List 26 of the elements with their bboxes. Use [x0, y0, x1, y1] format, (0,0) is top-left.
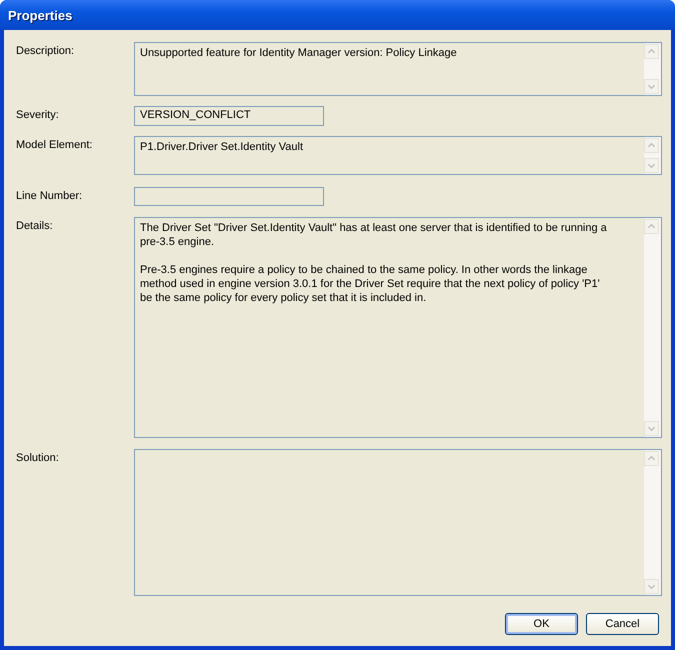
text-field[interactable]: [134, 187, 324, 206]
field-label: Solution:: [16, 451, 60, 464]
field-label: Model Element:: [16, 138, 94, 151]
scroll-down-icon[interactable]: [644, 421, 659, 436]
paragraph: Unsupported feature for Identity Manager version: Policy Linkage: [140, 46, 458, 60]
scroll-down-icon[interactable]: [644, 79, 659, 94]
text-field[interactable]: VERSION_CONFLICT: [134, 106, 324, 126]
field-label: Description:: [16, 44, 76, 57]
scroll-down-icon[interactable]: [644, 579, 659, 594]
scroll-up-icon[interactable]: [644, 138, 659, 153]
field-label: Details:: [16, 219, 54, 232]
field-label: Severity:: [16, 108, 60, 121]
field-label: Line Number:: [16, 189, 84, 202]
dialog-button[interactable]: Cancel: [586, 613, 659, 635]
scroll-down-icon[interactable]: [644, 158, 659, 173]
scroll-up-icon[interactable]: [644, 451, 659, 466]
paragraph: Pre-3.5 engines require a policy to be chained to the same policy. In other words the linkage method used in engine version 3.0.1 for the Driver Set require that the next policy of policy 'P1' be the same policy for every policy set that it is included in.: [140, 263, 601, 305]
paragraph: P1.Driver.Driver Set.Identity Vault: [140, 140, 304, 154]
scroll-up-icon[interactable]: [644, 219, 659, 234]
text-area[interactable]: Unsupported feature for Identity Manager version: Policy Linkage: [134, 42, 662, 96]
text-area[interactable]: [134, 217, 662, 438]
window-title: Properties: [8, 8, 72, 22]
paragraph: The Driver Set "Driver Set.Identity Vault" has at least one server that is identified to be running a pre-3.5 engine.: [140, 221, 608, 249]
text-area[interactable]: P1.Driver.Driver Set.Identity Vault: [134, 136, 662, 175]
dialog-button[interactable]: OK: [505, 613, 578, 635]
scroll-up-icon[interactable]: [644, 44, 659, 59]
